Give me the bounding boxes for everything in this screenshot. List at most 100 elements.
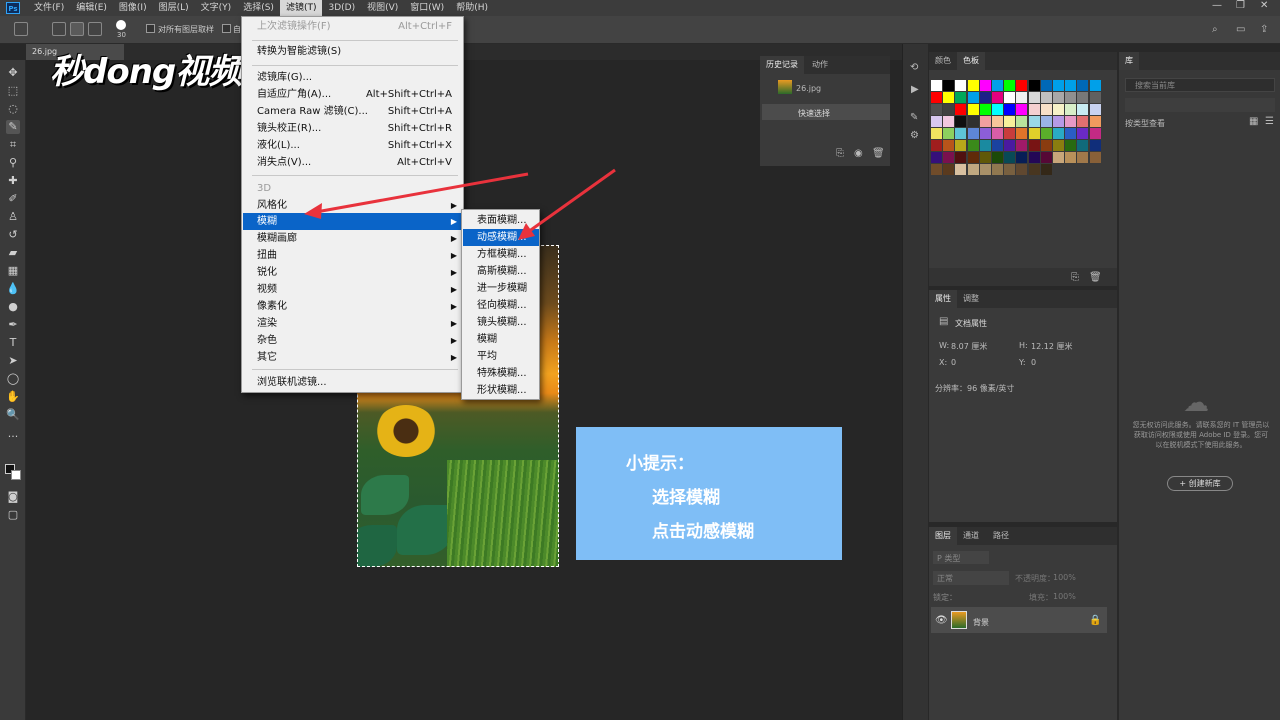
- color-swatch[interactable]: [943, 104, 955, 115]
- color-swatch[interactable]: [967, 80, 979, 91]
- color-swatch[interactable]: [1040, 80, 1052, 91]
- color-swatch[interactable]: [1040, 128, 1052, 139]
- color-swatch[interactable]: [1040, 116, 1052, 127]
- new-swatch-icon[interactable]: ⎘: [1071, 272, 1079, 283]
- color-swatch[interactable]: [1028, 116, 1040, 127]
- color-swatch[interactable]: [1028, 152, 1040, 163]
- color-swatch[interactable]: [1077, 140, 1089, 151]
- color-swatch[interactable]: [943, 116, 955, 127]
- color-swatch[interactable]: [1065, 140, 1077, 151]
- adjust-panel-icon[interactable]: ⚙: [910, 130, 919, 141]
- color-swatch[interactable]: [1004, 80, 1016, 91]
- color-swatch[interactable]: [967, 104, 979, 115]
- color-swatch[interactable]: [1028, 164, 1040, 175]
- color-swatch[interactable]: [1053, 80, 1064, 91]
- color-swatch[interactable]: [955, 104, 967, 115]
- color-swatch[interactable]: [931, 116, 942, 127]
- color-swatch[interactable]: [1065, 116, 1077, 127]
- color-swatch[interactable]: [1053, 152, 1064, 163]
- tab-layers[interactable]: 图层: [929, 527, 957, 545]
- color-swatch[interactable]: [992, 164, 1003, 175]
- color-swatch[interactable]: [979, 92, 991, 103]
- color-swatch[interactable]: [955, 116, 967, 127]
- view-by-dropdown[interactable]: 按类型查看: [1125, 118, 1165, 129]
- color-swatch[interactable]: [1016, 164, 1028, 175]
- color-swatch[interactable]: [979, 140, 991, 151]
- color-swatch[interactable]: [931, 104, 942, 115]
- color-swatch[interactable]: [1004, 152, 1016, 163]
- delete-icon[interactable]: 🗑: [872, 148, 885, 159]
- color-swatch[interactable]: [1016, 80, 1028, 91]
- color-swatch[interactable]: [955, 80, 967, 91]
- color-swatch[interactable]: [931, 92, 942, 103]
- color-swatch[interactable]: [1016, 92, 1028, 103]
- tab-actions[interactable]: 动作: [806, 56, 834, 74]
- color-swatch[interactable]: [955, 92, 967, 103]
- brush-panel-icon[interactable]: ✎: [910, 112, 918, 123]
- tab-history[interactable]: 历史记录: [760, 56, 804, 74]
- color-swatch[interactable]: [967, 140, 979, 151]
- color-swatch[interactable]: [967, 116, 979, 127]
- color-swatch[interactable]: [1089, 128, 1101, 139]
- color-swatch[interactable]: [1089, 92, 1101, 103]
- color-swatch[interactable]: [979, 104, 991, 115]
- color-swatch[interactable]: [979, 80, 991, 91]
- color-swatch[interactable]: [931, 80, 942, 91]
- color-swatch[interactable]: [1065, 80, 1077, 91]
- color-swatch[interactable]: [979, 152, 991, 163]
- color-swatch[interactable]: [979, 164, 991, 175]
- color-swatch[interactable]: [943, 164, 955, 175]
- color-swatch[interactable]: [931, 152, 942, 163]
- color-swatch[interactable]: [943, 92, 955, 103]
- color-swatch[interactable]: [992, 104, 1003, 115]
- color-swatch[interactable]: [1016, 152, 1028, 163]
- color-swatch[interactable]: [967, 92, 979, 103]
- color-swatch[interactable]: [1089, 116, 1101, 127]
- tab-paths[interactable]: 路径: [987, 527, 1015, 545]
- color-swatch[interactable]: [979, 128, 991, 139]
- color-swatch[interactable]: [955, 164, 967, 175]
- color-swatch[interactable]: [1004, 140, 1016, 151]
- fill-value[interactable]: 100%: [1053, 592, 1076, 601]
- color-swatch[interactable]: [1040, 140, 1052, 151]
- color-swatch[interactable]: [1065, 152, 1077, 163]
- color-swatch[interactable]: [943, 128, 955, 139]
- color-swatch[interactable]: [1028, 140, 1040, 151]
- color-swatch[interactable]: [1053, 104, 1064, 115]
- actions-play-icon[interactable]: ▶: [911, 84, 919, 95]
- color-swatch[interactable]: [1077, 116, 1089, 127]
- color-swatch[interactable]: [1028, 104, 1040, 115]
- tab-adjustments[interactable]: 调整: [957, 290, 985, 308]
- color-swatch[interactable]: [1065, 128, 1077, 139]
- color-swatch[interactable]: [992, 152, 1003, 163]
- color-swatch[interactable]: [992, 140, 1003, 151]
- history-panel-icon[interactable]: ⟲: [910, 62, 918, 73]
- tab-color[interactable]: 颜色: [929, 52, 957, 70]
- color-swatch[interactable]: [955, 152, 967, 163]
- color-swatch[interactable]: [1077, 128, 1089, 139]
- color-swatch[interactable]: [1053, 140, 1064, 151]
- height-value[interactable]: 12.12 厘米: [1031, 341, 1072, 352]
- color-swatch[interactable]: [1016, 116, 1028, 127]
- new-document-icon[interactable]: ⎘: [836, 148, 844, 159]
- color-swatch[interactable]: [967, 152, 979, 163]
- width-value[interactable]: 8.07 厘米: [951, 341, 987, 352]
- color-swatch[interactable]: [1053, 116, 1064, 127]
- color-swatch[interactable]: [1016, 128, 1028, 139]
- color-swatch[interactable]: [943, 140, 955, 151]
- visibility-eye-icon[interactable]: 👁: [935, 615, 948, 626]
- color-swatch[interactable]: [967, 164, 979, 175]
- color-swatch[interactable]: [967, 128, 979, 139]
- create-library-button[interactable]: + 创建新库: [1167, 476, 1233, 491]
- color-swatch[interactable]: [1028, 128, 1040, 139]
- color-swatch[interactable]: [1004, 104, 1016, 115]
- color-swatch[interactable]: [1028, 92, 1040, 103]
- color-swatch[interactable]: [1040, 104, 1052, 115]
- color-swatch[interactable]: [1028, 80, 1040, 91]
- color-swatch[interactable]: [1089, 80, 1101, 91]
- color-swatch[interactable]: [1004, 92, 1016, 103]
- color-swatch[interactable]: [992, 116, 1003, 127]
- library-select[interactable]: [1125, 98, 1275, 112]
- color-swatch[interactable]: [1016, 104, 1028, 115]
- snapshot-camera-icon[interactable]: ◉: [854, 148, 863, 159]
